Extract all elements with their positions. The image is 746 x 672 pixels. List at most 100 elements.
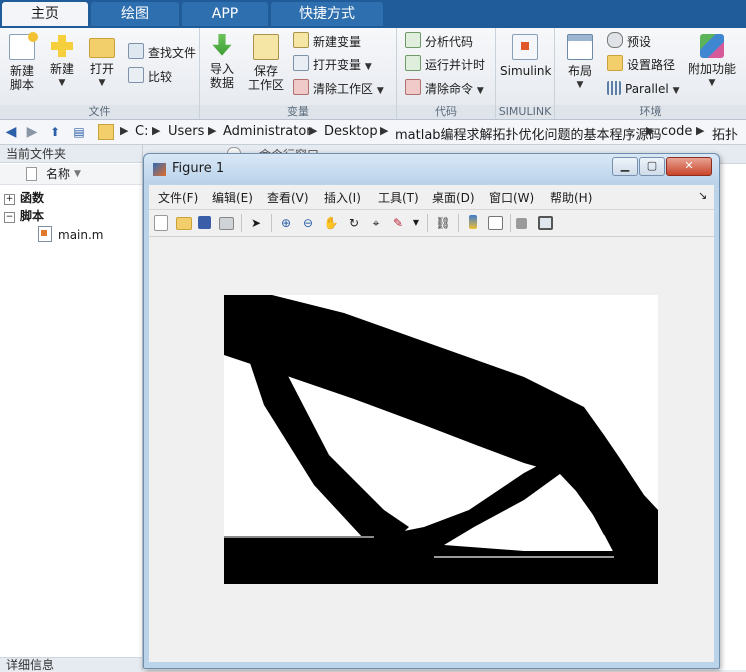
data-cursor-icon[interactable]: ⌖ <box>368 215 384 231</box>
open-variable-button[interactable]: 打开变量 ▼ <box>293 55 372 75</box>
simulink-label: Simulink <box>500 64 552 78</box>
compare-button[interactable]: 比较 <box>128 67 172 87</box>
tree-node-functions[interactable]: + 函数 <box>0 189 44 207</box>
addons-icon <box>700 34 724 58</box>
collapse-icon[interactable]: − <box>4 212 15 223</box>
simulink-group-label: SIMULINK <box>496 105 554 119</box>
import-data-button[interactable]: 导入 数据 <box>206 34 238 90</box>
folder-icon <box>89 38 115 58</box>
file-item-main[interactable]: main.m <box>38 226 104 244</box>
zoom-in-icon[interactable]: ⊕ <box>278 215 294 231</box>
file-column-icon <box>26 167 37 181</box>
eraser-icon <box>293 79 309 95</box>
show-plot-tools-icon[interactable] <box>538 216 553 230</box>
run-and-time-button[interactable]: 运行并计时 <box>405 55 485 75</box>
minimize-button[interactable]: ▁ <box>612 157 638 176</box>
new-figure-icon[interactable] <box>154 215 168 231</box>
close-button[interactable]: ✕ <box>666 157 712 176</box>
analyze-code-label: 分析代码 <box>425 35 474 49</box>
tree-node-scripts[interactable]: − 脚本 <box>0 207 44 225</box>
legend-icon[interactable] <box>488 216 503 230</box>
zoom-out-icon[interactable]: ⊖ <box>300 215 316 231</box>
clear-commands-button[interactable]: 清除命令 ▼ <box>405 79 484 99</box>
set-path-icon <box>607 55 623 71</box>
layout-button[interactable]: 布局 ▼ <box>563 34 597 92</box>
expand-icon[interactable]: + <box>4 194 15 205</box>
crumb-users[interactable]: Users <box>168 124 204 139</box>
new-script-button[interactable]: 新建 脚本 <box>4 32 40 92</box>
up-folder-icon[interactable]: ⬆ <box>46 123 64 141</box>
open-variable-label: 打开变量 <box>313 58 362 72</box>
menu-view[interactable]: 查看(V) <box>267 189 309 206</box>
set-path-label: 设置路径 <box>627 58 676 72</box>
brush-icon[interactable]: ✎ <box>390 215 406 231</box>
pointer-icon[interactable]: ➤ <box>248 215 264 231</box>
crumb-administrator[interactable]: Administrator <box>223 124 312 139</box>
maximize-button[interactable]: ▢ <box>639 157 665 176</box>
parallel-button[interactable]: Parallel ▼ <box>607 79 679 99</box>
forward-arrow-icon[interactable]: ▶ <box>23 123 41 141</box>
figure-title-bar[interactable]: Figure 1 ▁ ▢ ✕ <box>144 154 719 184</box>
crumb-desktop[interactable]: Desktop <box>324 124 378 139</box>
menu-desktop[interactable]: 桌面(D) <box>432 189 475 206</box>
simulink-icon <box>512 34 538 60</box>
crumb-code[interactable]: code <box>661 124 692 139</box>
find-files-label: 查找文件 <box>148 46 197 60</box>
compare-label: 比较 <box>148 70 173 84</box>
new-button[interactable]: 新建 ▼ <box>46 34 78 90</box>
analyze-code-button[interactable]: 分析代码 <box>405 32 473 52</box>
file-group-label: 文件 <box>0 105 199 119</box>
crumb-project-folder[interactable]: matlab编程求解拓扑优化问题的基本程序源码 <box>395 124 662 143</box>
tab-shortcuts[interactable]: 快捷方式 <box>271 2 383 26</box>
menu-window[interactable]: 窗口(W) <box>489 189 534 206</box>
brush-dropdown-icon[interactable]: ▼ <box>408 215 424 231</box>
folder-icon <box>98 124 114 140</box>
colorbar-icon[interactable] <box>469 215 477 229</box>
new-variable-button[interactable]: 新建变量 <box>293 32 361 52</box>
compare-icon <box>128 67 144 83</box>
new-label: 新建 <box>49 62 74 76</box>
details-bar[interactable]: 详细信息 <box>0 657 142 672</box>
tab-plots[interactable]: 绘图 <box>91 2 179 26</box>
open-button[interactable]: 打开 ▼ <box>86 34 118 90</box>
clear-workspace-button[interactable]: 清除工作区 ▼ <box>293 79 384 99</box>
crumb-drive[interactable]: C: <box>135 124 148 139</box>
current-folder-panel: 当前文件夹 名称 ▼ + 函数 − 脚本 main.m 详细信息 <box>0 145 143 672</box>
figure-canvas[interactable] <box>149 237 714 662</box>
parallel-icon <box>607 81 621 95</box>
topology-result-image <box>224 295 658 584</box>
environment-group: 布局 ▼ 预设 设置路径 Parallel ▼ 附加功能 ▼ 环境 <box>555 28 746 119</box>
save-icon[interactable] <box>198 216 211 229</box>
rotate-3d-icon[interactable]: ↻ <box>346 215 362 231</box>
code-group: 分析代码 运行并计时 清除命令 ▼ 代码 <box>397 28 496 119</box>
crumb-topology[interactable]: 拓扑 <box>712 124 738 143</box>
tab-home[interactable]: 主页 <box>2 2 88 26</box>
plus-icon <box>50 34 74 58</box>
open-file-icon[interactable] <box>176 217 192 230</box>
print-icon[interactable] <box>219 217 234 230</box>
hide-plot-tools-icon[interactable] <box>516 218 527 229</box>
menu-file[interactable]: 文件(F) <box>158 189 198 206</box>
menu-edit[interactable]: 编辑(E) <box>212 189 253 206</box>
tab-apps[interactable]: APP <box>182 2 268 26</box>
dock-arrow-icon[interactable]: ↘ <box>698 189 707 202</box>
preferences-button[interactable]: 预设 <box>607 32 651 52</box>
run-and-time-icon <box>405 55 421 71</box>
simulink-button[interactable]: Simulink <box>500 34 552 78</box>
browse-folder-icon[interactable]: ▤ <box>70 123 88 141</box>
link-plot-icon[interactable]: ⛓ <box>435 215 451 231</box>
variable-group-label: 变量 <box>200 105 396 119</box>
menu-tools[interactable]: 工具(T) <box>378 189 419 206</box>
back-arrow-icon[interactable]: ◀ <box>2 123 20 141</box>
column-header[interactable]: 名称 ▼ <box>0 164 142 185</box>
find-files-button[interactable]: 查找文件 <box>128 43 196 63</box>
gear-icon <box>607 32 623 48</box>
save-workspace-button[interactable]: 保存 工作区 <box>246 34 286 92</box>
pan-hand-icon[interactable]: ✋ <box>323 215 339 231</box>
menu-help[interactable]: 帮助(H) <box>550 189 592 206</box>
save-workspace-icon <box>253 34 279 60</box>
set-path-button[interactable]: 设置路径 <box>607 55 675 75</box>
tree-node-label: 脚本 <box>20 209 45 223</box>
addons-button[interactable]: 附加功能 ▼ <box>687 34 737 90</box>
menu-insert[interactable]: 插入(I) <box>324 189 361 206</box>
